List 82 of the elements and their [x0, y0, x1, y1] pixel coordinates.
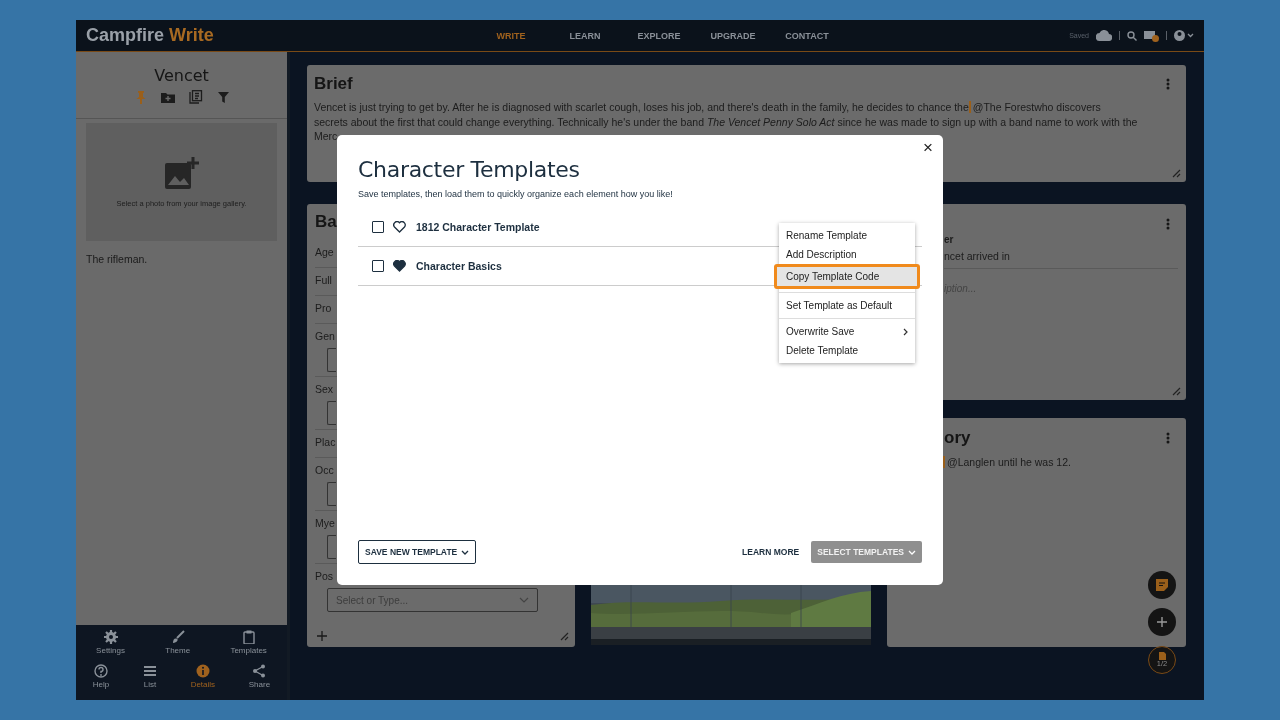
brief-text-line: secrets about the first that could change everything. Technically he's under the band The Vencet Penny Solo Act since he was made to sign up with a band name to work with the — [313, 114, 1139, 129]
dialog-title: Character Templates — [358, 157, 581, 182]
field-label: Age — [315, 245, 335, 258]
save-template-button[interactable]: SAVE NEW TEMPLATE — [358, 540, 477, 564]
field-label: Full — [315, 273, 333, 286]
input-field[interactable] — [327, 348, 336, 372]
field-value: ncet arrived in — [944, 250, 1011, 262]
menu-item[interactable]: Copy Template Code — [774, 264, 920, 296]
card-title: Brief — [314, 74, 353, 94]
share-icon — [252, 664, 267, 678]
close-button[interactable]: × — [919, 138, 937, 158]
template-name[interactable]: 1812 Character Template — [416, 221, 540, 233]
card-title: ory — [944, 428, 971, 448]
more-options-icon[interactable] — [1166, 432, 1170, 444]
chevron-right-icon — [903, 327, 908, 336]
nav-link[interactable]: EXPLORE — [622, 30, 696, 41]
nav-link[interactable]: WRITE — [474, 30, 548, 41]
filter-icon[interactable] — [217, 91, 229, 103]
logo[interactable]: Campfire Write — [86, 25, 446, 46]
checkbox[interactable] — [372, 221, 384, 233]
menu-item[interactable]: Rename Template — [779, 226, 915, 245]
menu-item[interactable]: Delete Template — [779, 341, 915, 360]
more-options-icon[interactable] — [1166, 78, 1170, 90]
caret-icon — [908, 549, 916, 555]
heart-icon[interactable] — [393, 260, 406, 272]
brush-icon — [170, 630, 185, 644]
resize-handle-icon[interactable] — [1172, 169, 1181, 178]
plus-icon — [1157, 617, 1167, 627]
heart-icon[interactable] — [393, 221, 406, 233]
toolbar-button[interactable]: Help — [92, 664, 110, 698]
search-icon[interactable] — [1127, 30, 1137, 41]
brief-text-line: Vencet is just trying to get by. After he is diagnosed with scarlet cough, loses his job, and there's death in the family, he decides to chance the @The Forestwho discovers — [313, 100, 1102, 115]
checkbox[interactable] — [372, 260, 384, 272]
toolbar-button[interactable]: Theme — [165, 630, 191, 664]
toolbar-button[interactable]: Templates — [230, 630, 267, 664]
list-icon — [142, 664, 157, 678]
nav-link[interactable]: UPGRADE — [696, 30, 770, 41]
input-field[interactable] — [327, 535, 336, 559]
settings-icon — [103, 630, 118, 644]
learn-more-link[interactable]: LEARN MORE — [742, 547, 800, 557]
field-label: Pos — [315, 569, 335, 582]
input-field[interactable] — [327, 401, 336, 425]
element-title: Vencet — [154, 66, 209, 85]
input-field[interactable] — [327, 482, 336, 506]
mail-icon[interactable] — [1144, 29, 1159, 42]
field-label: Occ — [315, 463, 335, 476]
toolbar-button[interactable]: List — [142, 664, 157, 698]
folder-add-icon[interactable] — [160, 91, 175, 103]
resize-handle-icon[interactable] — [1172, 387, 1181, 396]
toolbar-button[interactable]: Share — [248, 664, 271, 698]
brief-text-line: Merc — [313, 129, 339, 144]
nav-link[interactable]: CONTACT — [770, 30, 844, 41]
resize-handle-icon[interactable] — [560, 631, 569, 641]
toolbar-button[interactable]: Details — [190, 664, 216, 698]
toolbar-button[interactable]: Settings — [96, 630, 125, 664]
more-options-icon[interactable] — [1166, 218, 1170, 230]
field-label: Sex — [315, 382, 335, 395]
card-title: Ba — [315, 212, 337, 232]
add-image-icon — [164, 156, 199, 189]
caret-icon — [519, 597, 529, 603]
field-label: Pro — [315, 301, 333, 314]
menu-item[interactable]: Overwrite Save — [779, 322, 915, 341]
page-icon — [1158, 652, 1166, 660]
info-icon — [195, 664, 210, 678]
field-label: Plac — [315, 435, 337, 448]
mention-link[interactable]: @The Forest — [968, 101, 1035, 113]
caret-icon — [461, 549, 470, 555]
field-label: Mye — [315, 516, 336, 529]
cloud-icon — [1096, 30, 1112, 41]
field-label: er — [944, 234, 955, 245]
note-icon — [1156, 579, 1168, 591]
gallery-icon[interactable] — [188, 90, 204, 104]
help-icon — [94, 664, 109, 678]
element-description: The rifleman. — [86, 253, 149, 265]
clipboard-icon — [241, 630, 256, 644]
menu-item[interactable]: Add Description — [779, 245, 915, 264]
template-name[interactable]: Character Basics — [416, 260, 502, 272]
nav-link[interactable]: LEARN — [548, 30, 622, 41]
user-icon[interactable] — [1174, 30, 1194, 41]
field-label: Gen — [315, 329, 336, 342]
dialog-subtitle: Save templates, then load them to quickly organize each element how you like! — [358, 189, 674, 199]
add-icon[interactable] — [317, 631, 327, 641]
